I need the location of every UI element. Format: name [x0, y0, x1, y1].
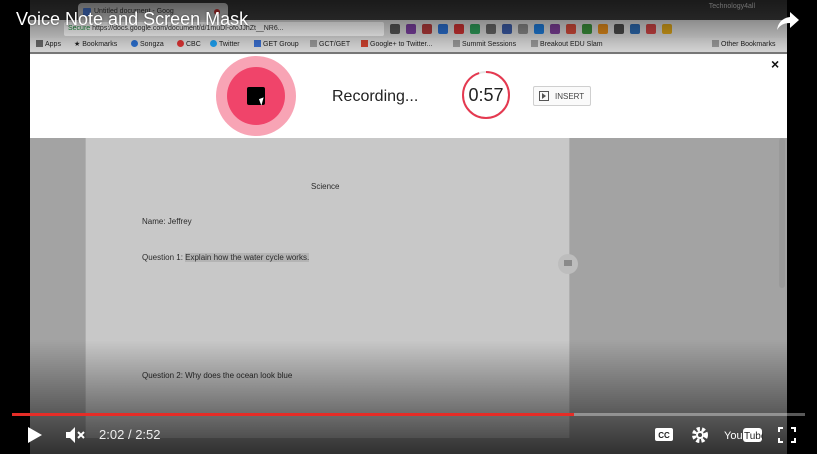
mute-button[interactable] — [64, 425, 86, 445]
cbc-icon — [177, 40, 184, 47]
bookmark-google-plus[interactable]: Google+ to Twitter... — [361, 40, 432, 48]
bookmark-twitter[interactable]: Twitter — [210, 40, 240, 48]
doc-question-2: Question 2: Why does the ocean look blue — [142, 371, 293, 380]
extension-icon[interactable] — [550, 24, 560, 34]
video-player[interactable]: Untitled document - Goog Technology4all … — [0, 0, 817, 454]
profile-name[interactable]: Technology4all — [709, 3, 755, 10]
extension-icon[interactable] — [390, 24, 400, 34]
share-icon[interactable] — [776, 10, 800, 32]
extension-icon[interactable] — [454, 24, 464, 34]
folder-icon — [310, 40, 317, 47]
comment-icon — [564, 260, 572, 266]
current-time: 2:02 — [99, 427, 125, 442]
extension-icon[interactable] — [566, 24, 576, 34]
other-bookmarks[interactable]: Other Bookmarks — [712, 40, 775, 48]
progress-bar[interactable] — [12, 413, 805, 416]
time-display: 2:02 / 2:52 — [99, 427, 161, 442]
extension-icon[interactable] — [406, 24, 416, 34]
google-plus-icon — [361, 40, 368, 47]
bookmark-breakout-edu[interactable]: Breakout EDU Slam — [531, 40, 603, 48]
close-icon[interactable]: × — [771, 56, 779, 72]
document-canvas: Science Name: Jeffrey Question 1: Explai… — [30, 138, 787, 454]
doc-name-line: Name: Jeffrey — [142, 217, 192, 226]
extension-icon[interactable] — [598, 24, 608, 34]
extension-icons — [390, 24, 672, 34]
extension-icon[interactable] — [662, 24, 672, 34]
settings-gear-icon[interactable] — [690, 425, 710, 445]
bookmark-get-group[interactable]: GET Group — [254, 40, 299, 48]
letterbox-right — [787, 0, 817, 454]
star-icon: ★ — [74, 41, 81, 48]
bookmark-apps[interactable]: Apps — [36, 40, 61, 48]
extension-icon[interactable] — [486, 24, 496, 34]
add-comment-button[interactable] — [558, 254, 578, 274]
insert-button[interactable]: INSERT — [533, 86, 591, 106]
time-separator: / — [127, 427, 132, 442]
recording-timer: 0:57 — [468, 85, 504, 105]
extension-icon[interactable] — [518, 24, 528, 34]
letterbox-left — [0, 0, 30, 454]
bookmark-gct-get[interactable]: GCT/GET — [310, 40, 350, 48]
folder-icon — [453, 40, 460, 47]
progress-played — [12, 413, 575, 416]
extension-icon[interactable] — [470, 24, 480, 34]
folder-icon — [712, 40, 719, 47]
captions-button[interactable]: CC — [654, 427, 674, 442]
document-page[interactable]: Science Name: Jeffrey Question 1: Explai… — [85, 138, 570, 438]
video-title[interactable]: Voice Note and Screen Mask — [16, 9, 248, 30]
extension-icon[interactable] — [422, 24, 432, 34]
duration: 2:52 — [135, 427, 161, 442]
svg-text:CC: CC — [658, 431, 670, 440]
extension-icon[interactable] — [502, 24, 512, 34]
youtube-logo-icon[interactable]: You Tube — [723, 426, 763, 444]
twitter-icon — [210, 40, 217, 47]
group-icon — [254, 40, 261, 47]
doc-heading: Science — [311, 182, 340, 191]
bookmark-summit-sessions[interactable]: Summit Sessions — [453, 40, 516, 48]
q1-highlighted-text: Explain how the water cycle works. — [185, 253, 310, 262]
folder-icon — [531, 40, 538, 47]
fullscreen-icon[interactable] — [778, 427, 796, 443]
bookmark-songza[interactable]: Songza — [131, 40, 164, 48]
insert-label: INSERT — [555, 92, 585, 101]
bookmark-bookmarks[interactable]: ★ Bookmarks — [74, 40, 117, 48]
songza-icon — [131, 40, 138, 47]
extension-icon[interactable] — [630, 24, 640, 34]
doc-question-1: Question 1: Explain how the water cycle … — [142, 253, 310, 262]
q1-prefix: Question 1: — [142, 253, 186, 262]
extension-icon[interactable] — [534, 24, 544, 34]
extension-icon[interactable] — [582, 24, 592, 34]
extension-icon[interactable] — [438, 24, 448, 34]
screen-recording: Untitled document - Goog Technology4all … — [30, 0, 787, 454]
play-button[interactable] — [27, 426, 43, 444]
stop-recording-button[interactable] — [227, 67, 285, 125]
extension-icon[interactable] — [646, 24, 656, 34]
extension-icon[interactable] — [614, 24, 624, 34]
document-scrollbar[interactable] — [779, 138, 785, 288]
bookmark-cbc[interactable]: CBC — [177, 40, 201, 48]
play-icon — [539, 91, 549, 101]
recording-status: Recording... — [332, 88, 419, 105]
svg-text:Tube: Tube — [744, 431, 763, 442]
apps-grid-icon — [36, 40, 43, 47]
bookmarks-bar: Apps ★ Bookmarks Songza CBC Twitter GET … — [30, 38, 787, 52]
svg-text:You: You — [724, 430, 743, 442]
voice-recorder-panel: Recording... 0:57 INSERT × — [30, 54, 787, 140]
